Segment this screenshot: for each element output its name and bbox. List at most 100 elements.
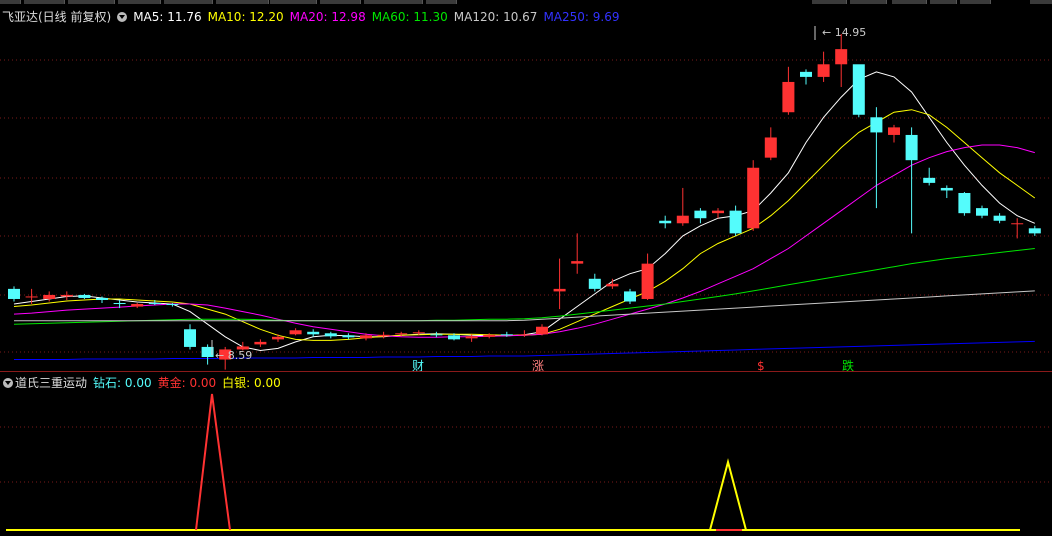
candle-body <box>131 304 144 307</box>
candle-body <box>60 294 73 297</box>
candle <box>536 324 548 336</box>
indicator-chart[interactable] <box>0 372 1052 536</box>
candle-body <box>1011 223 1024 225</box>
gold-spike <box>195 393 231 531</box>
candle <box>800 69 812 85</box>
candle-body <box>25 296 38 298</box>
candle <box>8 286 20 302</box>
candle <box>923 167 936 186</box>
candle-body <box>852 64 865 115</box>
ma-line-ma250 <box>14 340 1035 360</box>
silver-spike <box>709 458 747 531</box>
candle <box>659 215 672 229</box>
candle-body <box>747 167 760 229</box>
candle-body <box>448 335 460 340</box>
candle-body <box>993 215 1006 221</box>
candle <box>1011 218 1024 239</box>
candle-body <box>817 64 830 77</box>
candle <box>184 324 196 350</box>
ma-line-ma10 <box>13 109 1036 341</box>
candle-body <box>923 177 936 183</box>
candle <box>817 51 830 82</box>
candle <box>747 160 760 231</box>
candle-body <box>377 334 390 337</box>
candle <box>430 331 443 338</box>
candle <box>958 191 971 216</box>
candle <box>483 333 496 339</box>
candle-body <box>184 329 196 347</box>
candle-body <box>96 297 108 300</box>
candle <box>782 66 795 115</box>
candle-body <box>976 208 988 216</box>
ma-line-ma20 <box>13 144 1035 338</box>
candle-body <box>430 334 443 336</box>
high-price-label: ← 14.95 <box>822 26 866 39</box>
low-price-label: ← 8.59 <box>215 349 252 362</box>
candle <box>377 331 390 339</box>
candle <box>289 328 302 336</box>
candle <box>676 187 689 226</box>
candle-body <box>8 288 20 299</box>
candle <box>307 329 320 337</box>
candle-body <box>764 137 777 158</box>
candle <box>60 291 73 300</box>
candle-body <box>43 294 56 299</box>
candle-body <box>888 127 900 135</box>
candle-body <box>606 283 619 287</box>
candle <box>835 34 848 87</box>
candle-body <box>272 336 284 340</box>
candle-body <box>536 326 548 335</box>
candle <box>1028 225 1041 236</box>
candle <box>870 107 883 209</box>
candle <box>624 288 636 305</box>
candle-body <box>940 187 953 191</box>
candle-body <box>905 134 918 161</box>
candle <box>729 205 742 236</box>
candle <box>571 233 584 274</box>
candle-body <box>641 263 654 299</box>
candle-body <box>500 334 513 336</box>
candle-body <box>254 341 267 345</box>
candle <box>940 185 953 199</box>
candle-body <box>659 220 672 224</box>
candle <box>852 64 865 118</box>
candle-body <box>412 332 425 334</box>
candle <box>976 205 988 219</box>
candle-body <box>518 334 531 336</box>
candle-body <box>342 335 355 338</box>
candle <box>324 331 337 339</box>
ma-line-ma5 <box>13 71 1035 352</box>
candle <box>272 334 284 342</box>
candle <box>641 253 654 300</box>
event-marker: 涨 <box>532 358 544 372</box>
event-marker: 跌 <box>842 358 854 372</box>
candlestick-chart[interactable]: ← 14.95← 8.59财涨 $ 跌 <box>0 0 1052 372</box>
candle-body <box>694 210 707 219</box>
candle-body <box>360 335 372 339</box>
candle-body <box>483 334 496 337</box>
candle-body <box>588 278 601 289</box>
candle-body <box>676 215 689 224</box>
candle-body <box>166 304 179 306</box>
candle <box>588 273 601 292</box>
candle-body <box>782 81 795 113</box>
candle <box>905 127 918 234</box>
candle-body <box>113 303 126 305</box>
candle-body <box>148 303 161 305</box>
candle-body <box>289 330 302 335</box>
candle-body <box>553 288 566 292</box>
candle-body <box>324 333 337 337</box>
candle <box>694 208 707 224</box>
candle <box>254 339 267 347</box>
candle-body <box>307 331 320 335</box>
candle-body <box>729 210 742 234</box>
ma-line-ma60 <box>13 248 1035 325</box>
candle <box>131 303 144 309</box>
candle <box>606 278 619 289</box>
candle <box>342 333 355 340</box>
candle <box>993 213 1006 224</box>
candle-body <box>800 71 812 77</box>
candle <box>888 124 900 143</box>
candle-body <box>870 117 883 133</box>
candle-body <box>712 210 724 214</box>
